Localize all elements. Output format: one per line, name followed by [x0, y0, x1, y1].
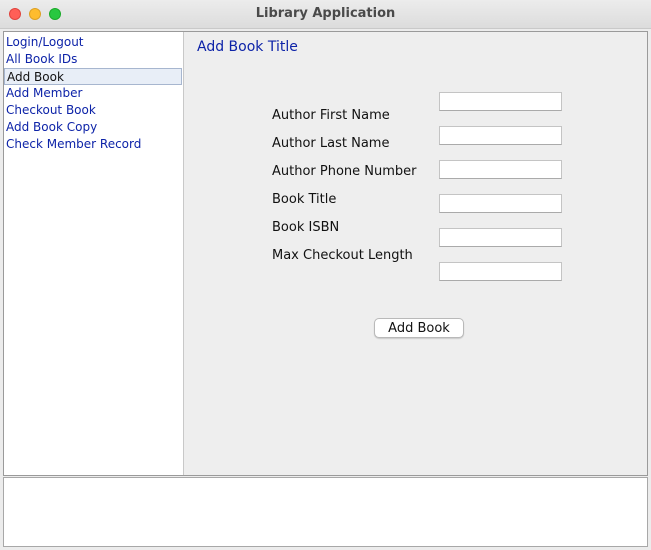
app-window: Library Application Login/Logout All Boo… — [0, 0, 651, 550]
book-title-label: Book Title — [272, 192, 337, 207]
book-isbn-label: Book ISBN — [272, 220, 340, 235]
sidebar-item-all-book-ids[interactable]: All Book IDs — [4, 51, 182, 68]
main-split-pane: Login/Logout All Book IDs Add Book Add M… — [3, 31, 648, 476]
bottom-output-pane — [3, 477, 648, 547]
sidebar-item-add-book[interactable]: Add Book — [4, 68, 182, 85]
author-last-name-input[interactable] — [439, 126, 562, 145]
sidebar-item-login-logout[interactable]: Login/Logout — [4, 34, 182, 51]
max-checkout-length-label: Max Checkout Length — [272, 248, 413, 263]
author-first-name-label: Author First Name — [272, 108, 390, 123]
sidebar-item-add-member[interactable]: Add Member — [4, 85, 182, 102]
sidebar-item-check-member-record[interactable]: Check Member Record — [4, 136, 182, 153]
max-checkout-length-input[interactable] — [439, 262, 562, 281]
book-isbn-input[interactable] — [439, 228, 562, 247]
add-book-button[interactable]: Add Book — [374, 318, 464, 338]
window-title: Library Application — [255, 6, 396, 21]
author-phone-number-label: Author Phone Number — [272, 164, 417, 179]
title-bar: Library Application — [0, 0, 651, 29]
sidebar-item-add-book-copy[interactable]: Add Book Copy — [4, 119, 182, 136]
add-book-form-panel: Add Book Title Author First Name Author … — [184, 32, 647, 475]
author-phone-number-input[interactable] — [439, 160, 562, 179]
author-first-name-input[interactable] — [439, 92, 562, 111]
panel-title: Add Book Title — [197, 39, 298, 55]
sidebar-item-checkout-book[interactable]: Checkout Book — [4, 102, 182, 119]
author-last-name-label: Author Last Name — [272, 136, 390, 151]
sidebar-list: Login/Logout All Book IDs Add Book Add M… — [4, 32, 184, 475]
book-title-input[interactable] — [439, 194, 562, 213]
content-area: Login/Logout All Book IDs Add Book Add M… — [0, 29, 651, 550]
